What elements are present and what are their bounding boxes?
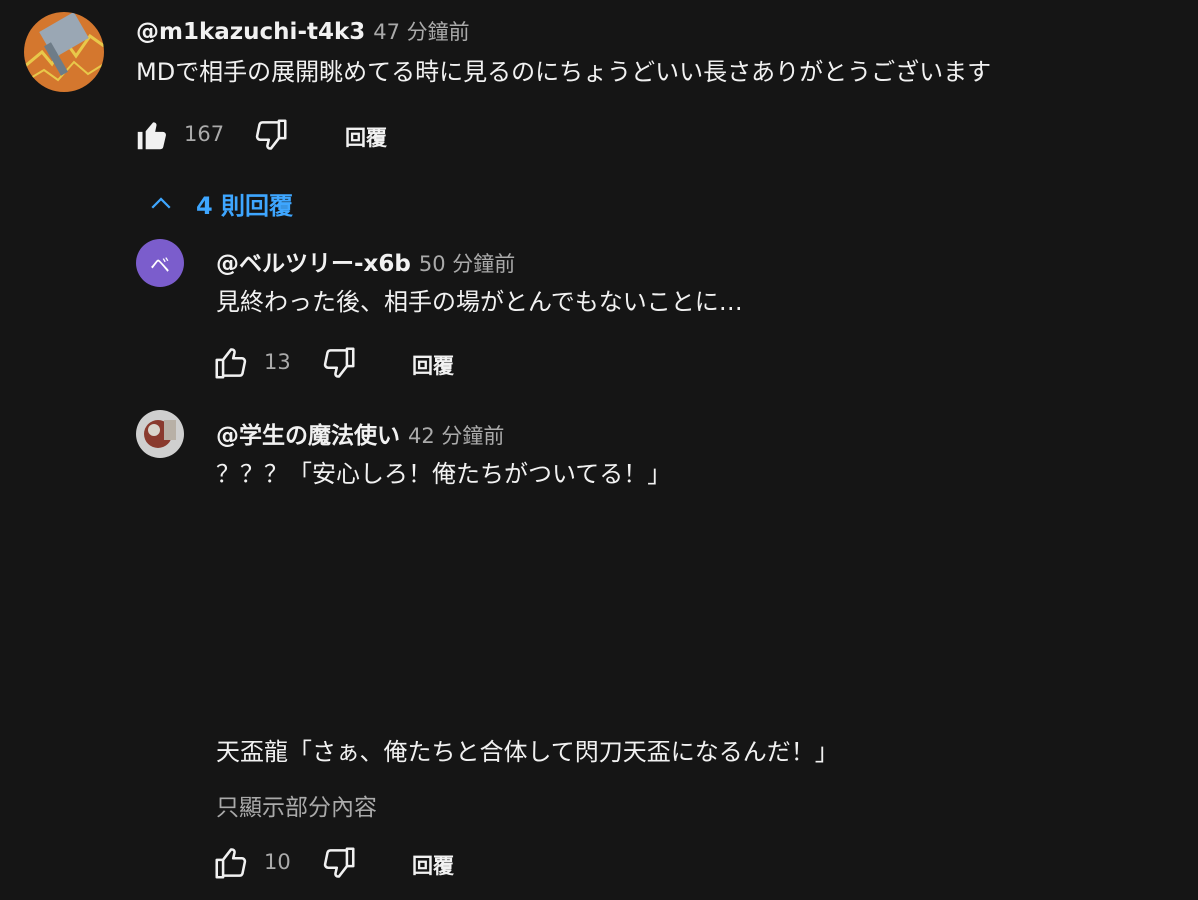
thumbs-up-filled-icon: [137, 122, 166, 150]
reply-time[interactable]: 42 分鐘前: [408, 424, 504, 448]
like-button[interactable]: [212, 844, 250, 886]
reply-text: 見終わった後、相手の場がとんでもないことに…: [216, 288, 743, 316]
read-more-link[interactable]: 只顯示部分內容: [216, 788, 377, 822]
dislike-button[interactable]: [320, 844, 358, 886]
thumbs-up-icon: [215, 848, 247, 879]
like-count: 167: [184, 122, 225, 146]
avatar-letter: ベ: [150, 252, 170, 277]
dislike-button[interactable]: [252, 116, 290, 158]
reply-author-line: @学生の魔法使い 42 分鐘前: [216, 416, 504, 450]
thumbs-down-icon: [255, 119, 287, 150]
reply-avatar[interactable]: [136, 410, 184, 458]
like-button[interactable]: [133, 116, 171, 158]
thumbs-down-icon: [323, 847, 355, 878]
replies-toggle-label: 4 則回覆: [196, 192, 294, 220]
reply-author[interactable]: @ベルツリー-x6b: [216, 251, 411, 277]
reply-button[interactable]: 回覆: [345, 122, 387, 152]
comments-panel: @m1kazuchi-t4k3 47 分鐘前 MDで相手の展開眺めてる時に見るのに…: [0, 0, 1198, 900]
reply-button[interactable]: 回覆: [412, 350, 454, 380]
reply-author[interactable]: @学生の魔法使い: [216, 423, 400, 449]
reply-text-line: ？？？「安心しろ！俺たちがついてる！」: [216, 460, 672, 488]
avatar[interactable]: [24, 12, 104, 92]
avatar-image: [136, 410, 184, 458]
reply-text-line: 天盃龍「さぁ、俺たちと合体して閃刀天盃になるんだ！」: [216, 738, 839, 766]
chevron-up-icon: [151, 196, 171, 209]
comment-author-line: @m1kazuchi-t4k3 47 分鐘前: [136, 16, 470, 46]
comment-text: MDで相手の展開眺めてる時に見るのにちょうどいい長さありがとうございます: [136, 58, 992, 86]
like-count: 13: [264, 350, 291, 374]
dislike-button[interactable]: [320, 344, 358, 386]
replies-toggle[interactable]: 4 則回覆: [146, 186, 293, 221]
avatar-image: [24, 12, 104, 92]
thumbs-up-icon: [215, 348, 247, 379]
comment-author[interactable]: @m1kazuchi-t4k3: [136, 19, 365, 45]
reply-time[interactable]: 50 分鐘前: [419, 252, 515, 276]
reply-author-line: @ベルツリー-x6b 50 分鐘前: [216, 244, 515, 278]
like-count: 10: [264, 850, 291, 874]
like-button[interactable]: [212, 344, 250, 386]
reply-button[interactable]: 回覆: [412, 850, 454, 880]
comment-time[interactable]: 47 分鐘前: [373, 20, 469, 44]
thumbs-down-icon: [323, 347, 355, 378]
reply-avatar[interactable]: ベ: [136, 239, 184, 287]
